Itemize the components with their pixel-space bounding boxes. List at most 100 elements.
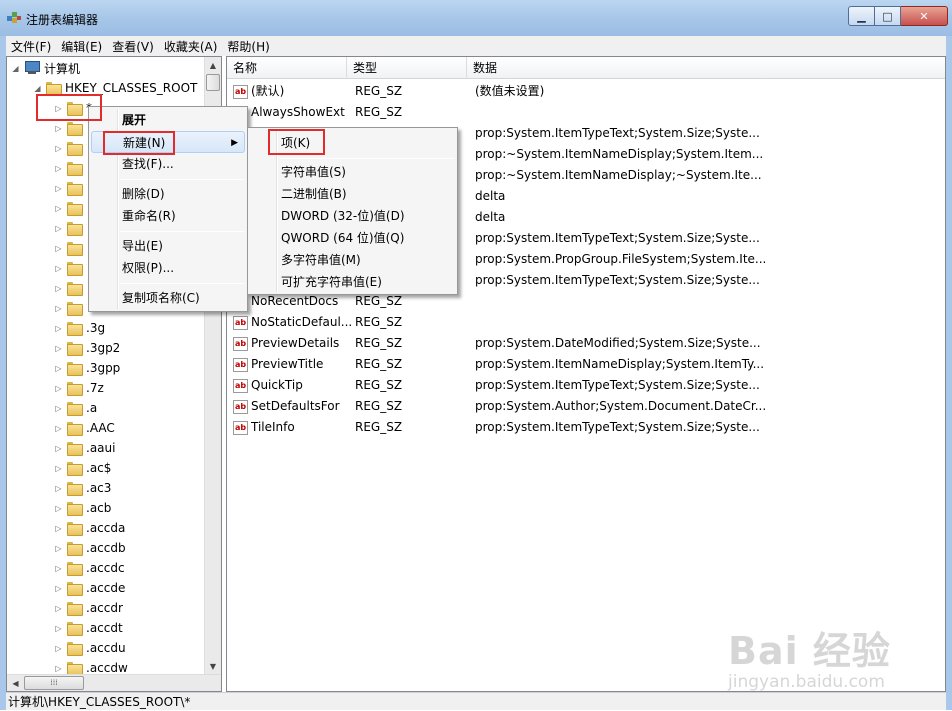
expand-icon[interactable]: ▷	[54, 124, 63, 133]
expand-icon[interactable]: ▷	[54, 544, 63, 553]
value-row[interactable]: ab PreviewTitle REG_SZ prop:System.ItemName…	[227, 354, 945, 375]
value-row[interactable]: ab TileInfo REG_SZ prop:System.ItemTypeText…	[227, 417, 945, 438]
tree-node[interactable]: ▷ .accdc	[54, 558, 125, 578]
tree-node[interactable]: ▷ .3g	[54, 318, 105, 338]
maximize-button[interactable]: □	[875, 6, 901, 26]
tree-node[interactable]: ▷ .ac3	[54, 478, 111, 498]
value-name-cell: ab (默认)	[233, 81, 351, 102]
menu-item-export[interactable]: 导出(E)	[91, 235, 245, 257]
scroll-thumb[interactable]	[206, 74, 220, 91]
menu-view[interactable]: 查看(V)	[107, 38, 159, 55]
expand-icon[interactable]: ▷	[54, 644, 63, 653]
submenu-item-qword-value[interactable]: QWORD (64 位)值(Q)	[250, 227, 455, 249]
submenu-item-string-value[interactable]: 字符串值(S)	[250, 161, 455, 183]
value-row[interactable]: ab PreviewDetails REG_SZ prop:System.DateMo…	[227, 333, 945, 354]
tree-node-computer[interactable]: ◢ 计算机	[11, 58, 80, 78]
scroll-up-icon[interactable]: ▲	[205, 57, 221, 74]
menu-item-delete[interactable]: 删除(D)	[91, 183, 245, 205]
scroll-down-icon[interactable]: ▼	[205, 658, 221, 675]
column-type-header[interactable]: 类型	[347, 57, 467, 79]
collapse-icon[interactable]: ◢	[11, 64, 20, 73]
tree-node[interactable]: ▷	[54, 198, 86, 218]
expand-icon[interactable]: ▷	[54, 664, 63, 673]
value-row[interactable]: ab (默认) REG_SZ (数值未设置)	[227, 81, 945, 102]
expand-icon[interactable]: ▷	[54, 204, 63, 213]
expand-icon[interactable]: ▷	[54, 504, 63, 513]
expand-icon[interactable]: ▷	[54, 284, 63, 293]
tree-node[interactable]: ▷ .ac$	[54, 458, 111, 478]
expand-icon[interactable]: ▷	[54, 424, 63, 433]
tree-node[interactable]: ▷ .accdt	[54, 618, 123, 638]
value-row[interactable]: ab QuickTip REG_SZ prop:System.ItemTypeText…	[227, 375, 945, 396]
menu-item-find[interactable]: 查找(F)...	[91, 153, 245, 175]
value-row[interactable]: abAlwaysShowExt REG_SZ	[227, 102, 945, 123]
expand-icon[interactable]: ▷	[54, 184, 63, 193]
expand-icon[interactable]: ▷	[54, 444, 63, 453]
minimize-button[interactable]: ▁	[848, 6, 875, 26]
tree-node[interactable]: ▷ .acb	[54, 498, 111, 518]
expand-icon[interactable]: ▷	[54, 384, 63, 393]
expand-icon[interactable]: ▷	[54, 624, 63, 633]
expand-icon[interactable]: ▷	[54, 484, 63, 493]
submenu-item-binary-value[interactable]: 二进制值(B)	[250, 183, 455, 205]
scroll-thumb[interactable]: ⁞⁞⁞	[24, 676, 84, 690]
title-bar[interactable]: 注册表编辑器 ▁ □ ✕	[0, 0, 952, 36]
menu-file[interactable]: 文件(F)	[6, 38, 56, 55]
expand-icon[interactable]: ▷	[54, 304, 63, 313]
column-data-header[interactable]: 数据	[467, 57, 945, 79]
tree-node[interactable]: ▷ .accdb	[54, 538, 126, 558]
value-row[interactable]: ab NoStaticDefaul... REG_SZ	[227, 312, 945, 333]
expand-icon[interactable]: ▷	[54, 244, 63, 253]
tree-node[interactable]: ▷	[54, 158, 86, 178]
menu-item-permissions[interactable]: 权限(P)...	[91, 257, 245, 279]
tree-node[interactable]: ▷	[54, 218, 86, 238]
value-type: REG_SZ	[355, 357, 403, 371]
expand-icon[interactable]: ▷	[54, 404, 63, 413]
tree-node[interactable]: ▷ .accde	[54, 578, 125, 598]
submenu-item-multi-string-value[interactable]: 多字符串值(M)	[250, 249, 455, 271]
tree-node[interactable]: ▷ .3gpp	[54, 358, 120, 378]
menu-edit[interactable]: 编辑(E)	[56, 38, 107, 55]
expand-icon[interactable]: ▷	[54, 364, 63, 373]
tree-node[interactable]: ▷	[54, 298, 86, 318]
value-row[interactable]: ab SetDefaultsFor REG_SZ prop:System.Author…	[227, 396, 945, 417]
scroll-left-icon[interactable]: ◀	[7, 675, 24, 691]
expand-icon[interactable]: ▷	[54, 264, 63, 273]
expand-icon[interactable]: ▷	[54, 324, 63, 333]
expand-icon[interactable]: ▷	[54, 584, 63, 593]
tree-node[interactable]: ▷ .7z	[54, 378, 104, 398]
tree-node[interactable]: ▷	[54, 118, 86, 138]
tree-node[interactable]: ▷ .AAC	[54, 418, 115, 438]
tree-node[interactable]: ▷ .aaui	[54, 438, 115, 458]
expand-icon[interactable]: ▷	[54, 224, 63, 233]
expand-icon[interactable]: ▷	[54, 464, 63, 473]
submenu-item-dword-value[interactable]: DWORD (32-位)值(D)	[250, 205, 455, 227]
tree-node[interactable]: ▷ .accdu	[54, 638, 126, 658]
collapse-icon[interactable]: ◢	[33, 84, 42, 93]
tree-horizontal-scrollbar[interactable]: ◀ ⁞⁞⁞	[7, 674, 221, 691]
menu-favorites[interactable]: 收藏夹(A)	[159, 38, 223, 55]
tree-node[interactable]: ▷ .accda	[54, 518, 125, 538]
menu-item-expand[interactable]: 展开	[91, 109, 245, 131]
expand-icon[interactable]: ▷	[54, 144, 63, 153]
close-button[interactable]: ✕	[901, 6, 948, 26]
menu-help[interactable]: 帮助(H)	[222, 38, 274, 55]
tree-node[interactable]: ▷	[54, 178, 86, 198]
menu-item-rename[interactable]: 重命名(R)	[91, 205, 245, 227]
tree-node[interactable]: ▷	[54, 138, 86, 158]
expand-icon[interactable]: ▷	[54, 524, 63, 533]
expand-icon[interactable]: ▷	[54, 604, 63, 613]
submenu-item-expandable-string-value[interactable]: 可扩充字符串值(E)	[250, 271, 455, 293]
tree-node[interactable]: ▷ .a	[54, 398, 97, 418]
expand-icon[interactable]: ▷	[54, 164, 63, 173]
tree-node[interactable]: ▷	[54, 278, 86, 298]
tree-node[interactable]: ▷ .accdr	[54, 598, 123, 618]
tree-node[interactable]: ▷ .3gp2	[54, 338, 120, 358]
column-name-header[interactable]: 名称	[227, 57, 347, 79]
value-data: prop:System.ItemTypeText;System.Size;Sys…	[475, 378, 760, 392]
tree-node[interactable]: ▷	[54, 238, 86, 258]
menu-item-copy-key-name[interactable]: 复制项名称(C)	[91, 287, 245, 309]
tree-node[interactable]: ▷	[54, 258, 86, 278]
expand-icon[interactable]: ▷	[54, 344, 63, 353]
expand-icon[interactable]: ▷	[54, 564, 63, 573]
